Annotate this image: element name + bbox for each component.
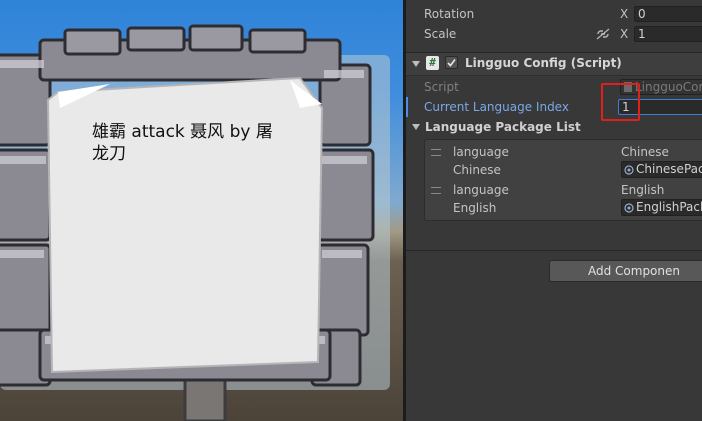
scale-x-axis-label[interactable]: X — [620, 27, 628, 41]
current-language-index-label: Current Language Index — [424, 100, 569, 114]
component-title: Lingguo Config (Script) — [465, 56, 622, 70]
scriptable-object-icon — [624, 165, 634, 175]
modified-indicator — [406, 97, 408, 117]
add-component-button[interactable]: Add Componen — [549, 260, 702, 282]
scale-x-field[interactable]: 1 — [634, 26, 702, 42]
list-item-field-value[interactable]: English — [621, 183, 664, 197]
component-separator — [406, 250, 702, 251]
scale-row: Scale X 1 — [406, 24, 702, 44]
rotation-x-field[interactable]: 0 — [634, 6, 702, 22]
script-row: Script LingguoCon — [406, 77, 702, 97]
list-item-object-label: Chinese — [453, 163, 501, 177]
list-item-object-field[interactable]: ChinesePac — [621, 161, 702, 178]
script-label: Script — [424, 80, 459, 94]
reorder-handle-icon[interactable] — [431, 187, 441, 194]
scale-label: Scale — [424, 27, 457, 41]
link-icon[interactable] — [596, 28, 610, 40]
rotation-x-axis-label[interactable]: X — [620, 7, 628, 21]
script-field-value: LingguoCon — [635, 80, 702, 94]
list-item-field-label: language — [453, 183, 509, 197]
list-item-field-value[interactable]: Chinese — [621, 145, 669, 159]
current-language-row: Current Language Index 1 — [406, 97, 702, 117]
list-item-object-label: English — [453, 201, 497, 215]
reorder-handle-icon[interactable] — [431, 149, 441, 156]
rotation-row: Rotation X 0 — [406, 4, 702, 24]
language-package-list: language Chinese Chinese ChinesePac lang… — [424, 139, 702, 221]
annotation-highlight-box — [601, 83, 640, 121]
component-enabled-checkbox[interactable] — [445, 56, 458, 69]
scriptable-object-icon — [624, 203, 634, 213]
game-view[interactable]: 雄霸 attack 聂风 by 屠龙刀 — [0, 0, 403, 421]
rotation-label: Rotation — [424, 7, 475, 21]
component-header[interactable]: # Lingguo Config (Script) — [406, 52, 702, 76]
list-foldout-arrow[interactable] — [412, 124, 420, 130]
inspector-panel: Rotation X 0 Scale X 1 # Lingguo Config … — [406, 0, 702, 421]
sign-text: 雄霸 attack 聂风 by 屠龙刀 — [92, 122, 273, 164]
list-item-field-label: language — [453, 145, 509, 159]
language-package-list-header[interactable]: Language Package List — [406, 117, 702, 137]
list-item-object-value: ChinesePac — [636, 162, 702, 176]
list-item-object-field[interactable]: EnglishPack — [621, 199, 702, 216]
csharp-script-icon: # — [426, 56, 439, 70]
component-foldout-arrow[interactable] — [412, 61, 420, 67]
language-package-list-title: Language Package List — [425, 120, 581, 134]
checkmark-icon — [447, 59, 456, 67]
list-item-object-value: EnglishPack — [636, 200, 702, 214]
stone-sign-graphic — [0, 24, 390, 421]
